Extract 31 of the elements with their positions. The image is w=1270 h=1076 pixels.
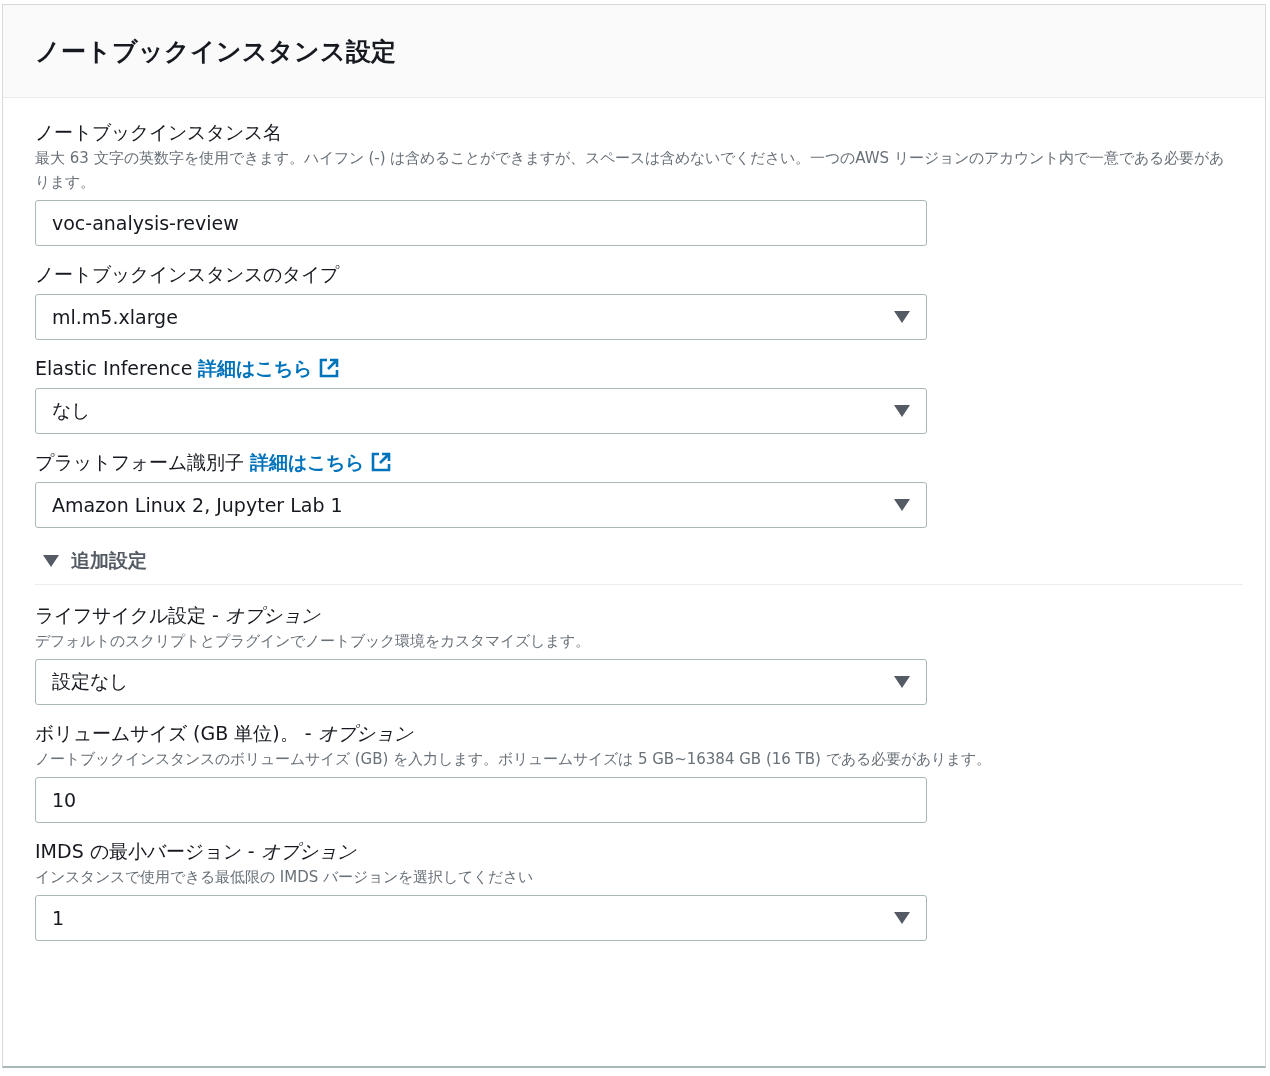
caret-icon [894,405,910,417]
field-description: インスタンスで使用できる最低限の IMDS バージョンを選択してください [35,867,534,888]
caret-icon [894,499,910,511]
learn-more-link[interactable]: 詳細はこちら [250,448,393,476]
text-input[interactable]: voc-analysis-review [35,200,927,246]
learn-more-link[interactable]: 詳細はこちら [198,354,341,382]
field-label: Elastic Inference [35,357,193,379]
field-label: ライフサイクル設定 - オプション [35,603,321,628]
field-label: IMDS の最小バージョン - オプション [35,839,357,864]
field-description: デフォルトのスクリプトとプラグインでノートブック環境をカスタマイズします。 [35,631,591,652]
field-label: ノートブックインスタンス名 [35,120,283,145]
select-dropdown[interactable]: Amazon Linux 2, Jupyter Lab 1 [35,482,927,528]
select-dropdown[interactable]: ml.m5.xlarge [35,294,927,340]
external-link-icon [318,357,341,379]
select-dropdown[interactable]: なし [35,388,927,434]
text-input[interactable]: 10 [35,777,927,823]
field-label: ボリュームサイズ (GB 単位)。 - オプション [35,721,414,746]
caret-icon [894,311,910,323]
field-label: プラットフォーム識別子 [35,451,244,473]
caret-icon [894,912,910,924]
field-description: ノートブックインスタンスのボリュームサイズ (GB) を入力します。ボリュームサイズは 5 GB~16384 GB (16 TB) である必要があります。 [35,749,992,770]
select-dropdown[interactable]: 設定なし [35,659,927,705]
panel-title: ノートブックインスタンス設定 [35,35,396,68]
caret-down-icon [43,555,59,567]
field-label: ノートブックインスタンスのタイプ [35,262,341,287]
external-link-icon [370,451,393,473]
expander-header[interactable]: 追加設定 [35,542,1243,585]
expander-title: 追加設定 [71,548,147,573]
caret-icon [894,676,910,688]
field-description: 最大 63 文字の英数字を使用できます。ハイフン (-) は含めることができますが、スペースは含めないでください。一つのAWS リージョンのアカウント内で一意である必要があります。 [35,148,1225,193]
select-dropdown[interactable]: 1 [35,895,927,941]
